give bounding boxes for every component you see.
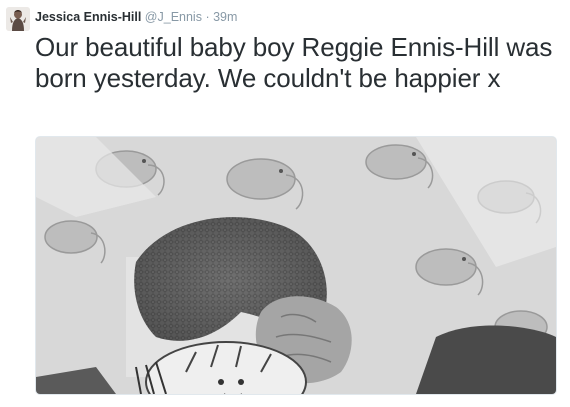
tweet-timestamp[interactable]: 39m	[213, 10, 237, 24]
tweet-card: Jessica Ennis-Hill @J_Ennis · 39m Our be…	[0, 0, 570, 407]
baby-hand-photo-icon	[36, 137, 556, 394]
tweet-header: Jessica Ennis-Hill @J_Ennis · 39m	[35, 9, 237, 25]
avatar[interactable]	[6, 7, 30, 31]
header-separator: ·	[205, 10, 210, 24]
tweet-photo[interactable]	[35, 136, 557, 395]
author-handle[interactable]: @J_Ennis	[145, 10, 202, 24]
avatar-photo-icon	[6, 7, 30, 31]
tweet-text: Our beautiful baby boy Reggie Ennis-Hill…	[35, 32, 553, 93]
author-name[interactable]: Jessica Ennis-Hill	[35, 10, 141, 24]
